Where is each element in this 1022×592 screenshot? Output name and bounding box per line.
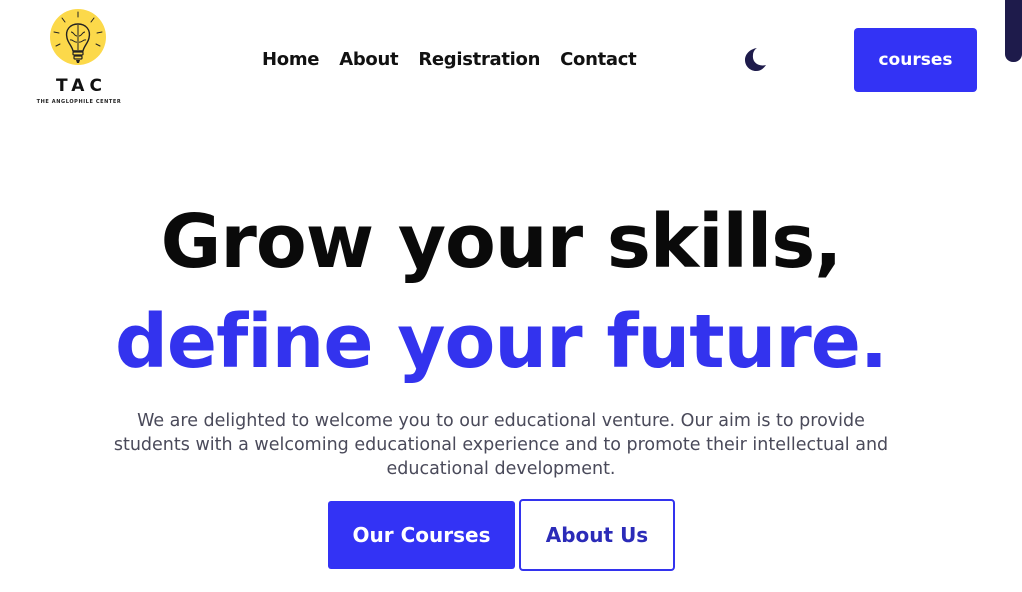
hero-heading-line2: define your future. xyxy=(114,299,888,385)
nav-registration[interactable]: Registration xyxy=(418,47,540,73)
lightbulb-brain-icon xyxy=(50,9,106,65)
scrollbar-thumb[interactable] xyxy=(1005,0,1022,62)
main-nav: Home About Registration Contact xyxy=(262,47,637,73)
nav-contact[interactable]: Contact xyxy=(560,47,637,73)
moon-icon[interactable] xyxy=(741,46,767,72)
hero-description: We are delighted to welcome you to our e… xyxy=(113,411,889,479)
our-courses-button[interactable]: Our Courses xyxy=(328,501,515,569)
logo-title: TAC xyxy=(56,76,107,96)
courses-button[interactable]: courses xyxy=(854,28,977,92)
logo-subtitle: THE ANGLOPHILE CENTER xyxy=(36,99,122,105)
logo[interactable]: TAC THE ANGLOPHILE CENTER xyxy=(26,6,132,110)
nav-about[interactable]: About xyxy=(339,47,398,73)
about-us-button[interactable]: About Us xyxy=(519,499,675,571)
page: TAC THE ANGLOPHILE CENTER Home About Reg… xyxy=(0,0,1022,592)
hero-heading-line1: Grow your skills, xyxy=(160,199,843,285)
nav-home[interactable]: Home xyxy=(262,47,320,73)
